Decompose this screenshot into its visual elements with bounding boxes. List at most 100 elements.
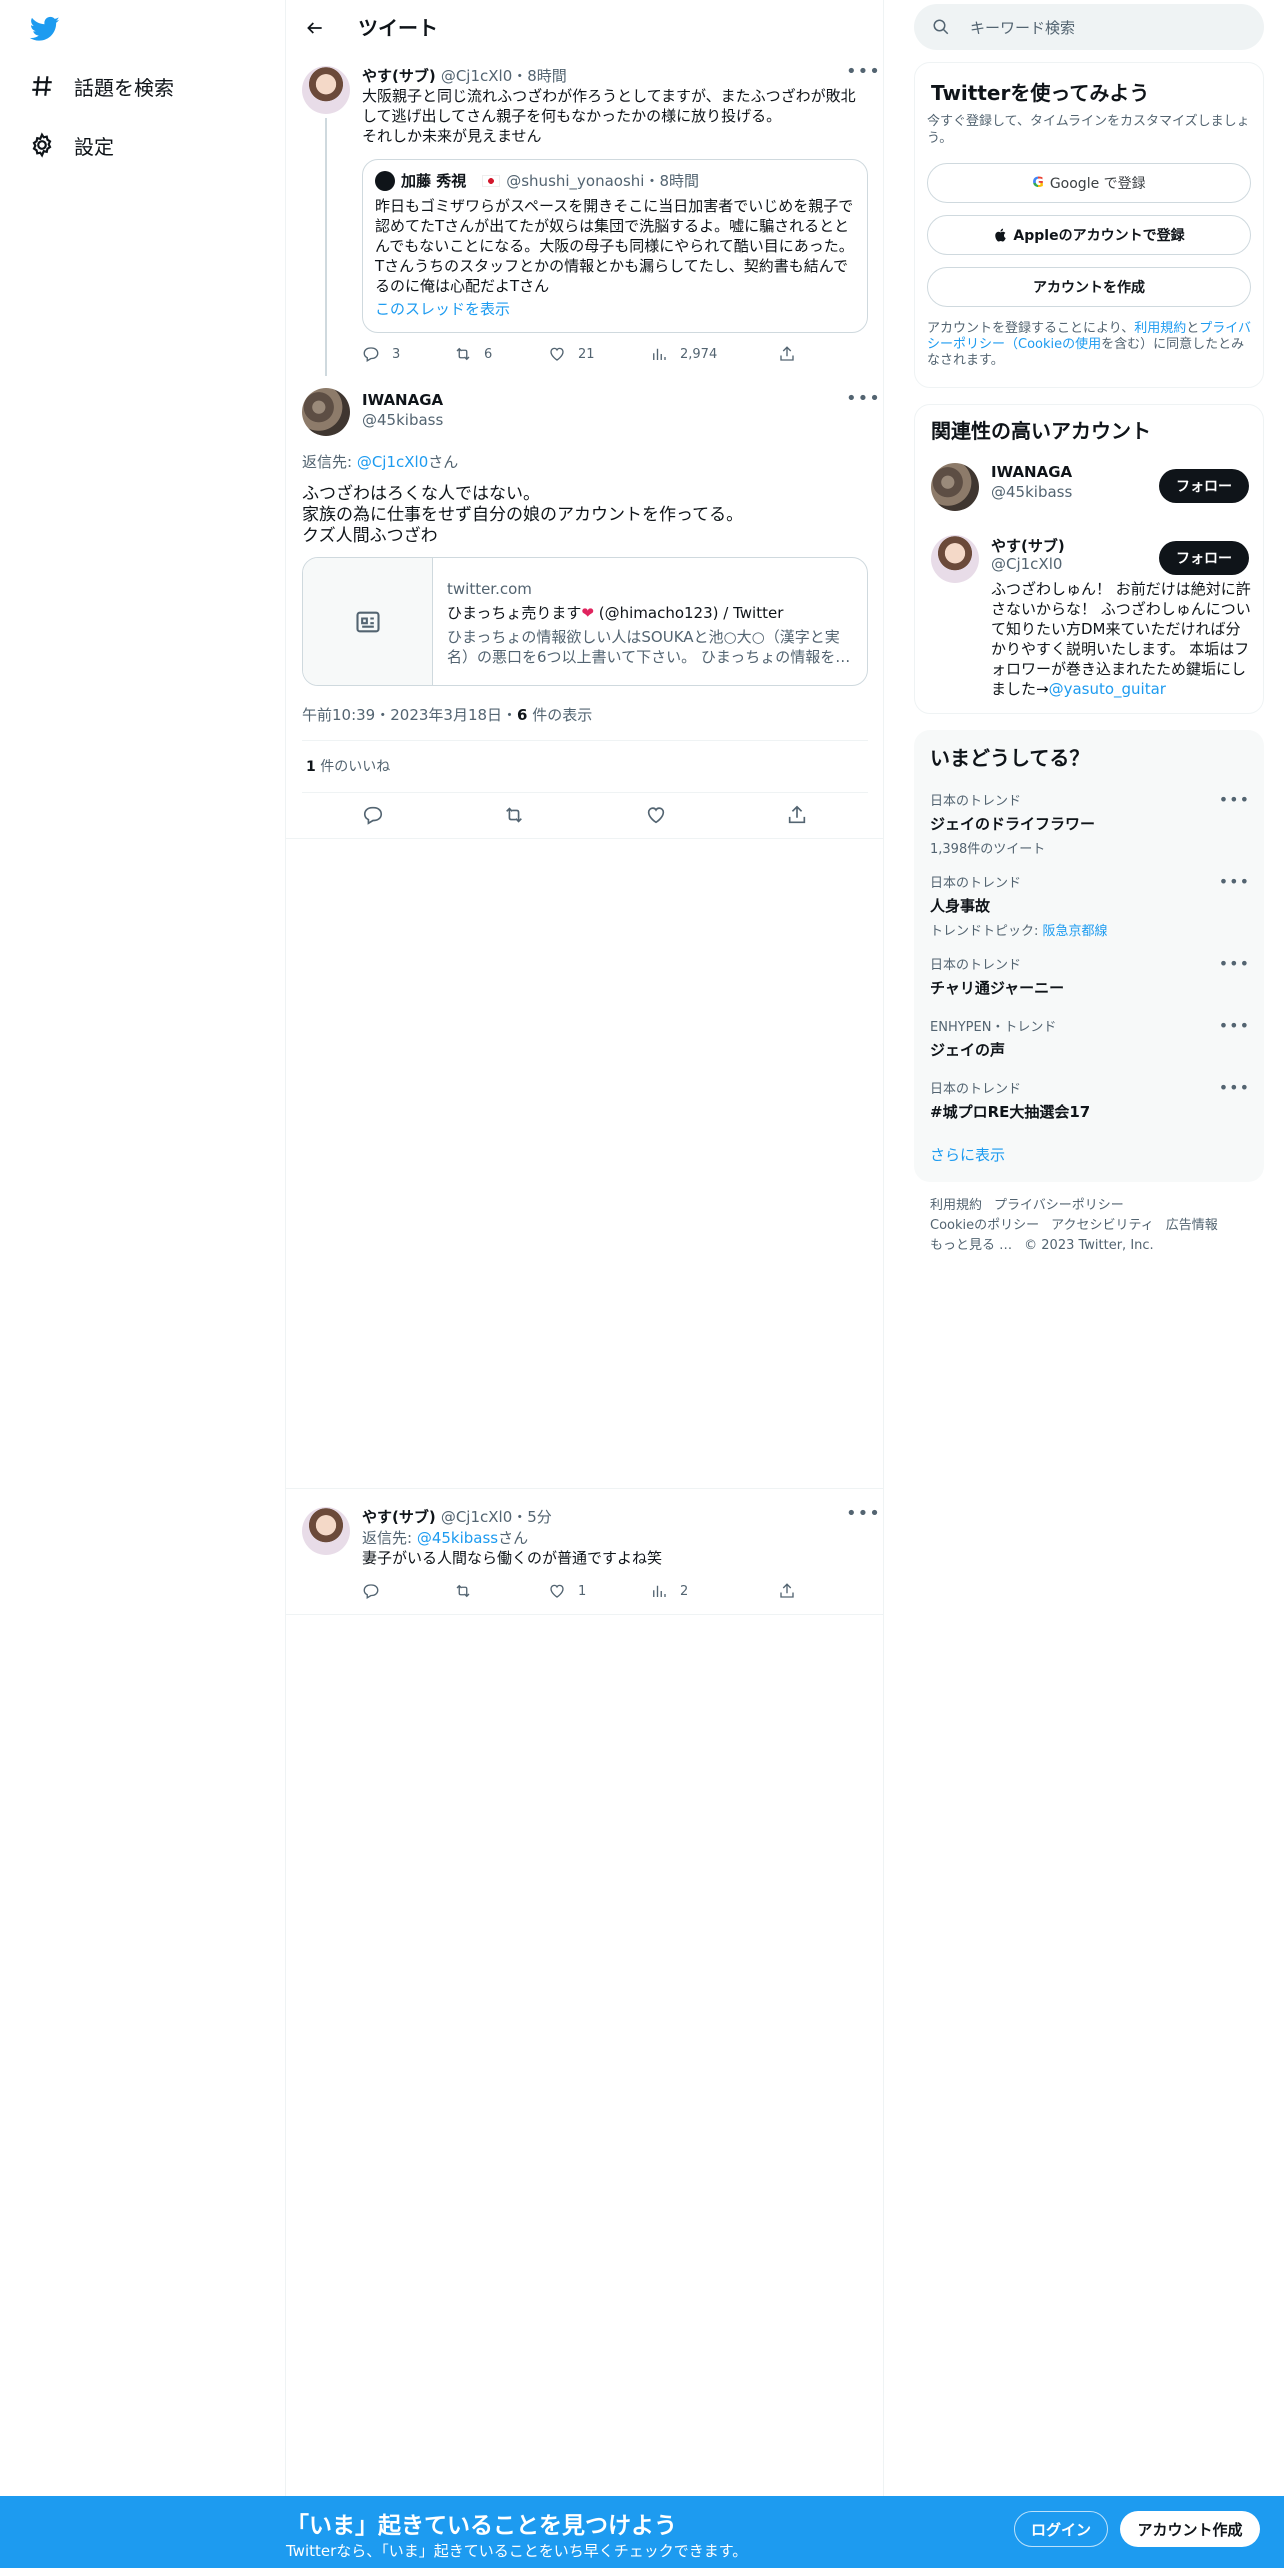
views-button[interactable]: 2 [650,1582,778,1600]
trend-item[interactable]: ENHYPEN・トレンド ジェイの声 ••• [930,1016,1250,1060]
views-button[interactable]: 2,974 [650,345,778,363]
timestamp-text[interactable]: 午前10:39・2023年3月18日・ [302,706,517,724]
retweet-button[interactable]: 6 [454,345,548,363]
reply-button[interactable] [362,1582,454,1600]
quoted-author-name: 加藤 秀視 [401,172,467,190]
retweet-button[interactable] [503,804,525,826]
more-icon[interactable]: ••• [1219,790,1250,809]
legal-and: と [1186,321,1200,336]
more-icon[interactable]: ••• [1219,872,1250,891]
account-handle[interactable]: @45kibass [991,483,1072,501]
gear-icon [28,131,56,159]
trends-title: いまどうしてる？ [930,746,1090,770]
more-icon[interactable]: ••• [1219,954,1250,973]
author-handle[interactable]: @45kibass [362,411,443,429]
avatar[interactable] [302,388,350,436]
search-placeholder: キーワード検索 [970,18,1076,37]
retweet-button[interactable] [454,1582,548,1600]
share-button[interactable] [778,345,796,363]
avatar[interactable] [931,463,979,511]
footer: 利用規約 プライバシーポリシー Cookieのポリシー アクセシビリティ 広告情報 も… [930,1196,1230,1256]
bio-link[interactable]: @yasuto_guitar [1049,680,1166,698]
account-handle[interactable]: @Cj1cXl0 [991,555,1062,573]
trend-item[interactable]: 日本のトレンド チャリ通ジャーニー ••• [930,954,1250,998]
like-button[interactable] [645,804,667,826]
more-icon[interactable]: ••• [1219,1016,1250,1035]
share-button[interactable] [778,1582,796,1600]
link-title: ひまっちょ売ります❤ (@himacho123) / Twitter [447,602,855,623]
apple-signup-button[interactable]: Appleのアカウントで登録 [927,215,1251,255]
create-account-button[interactable]: アカウントを作成 [927,267,1251,307]
avatar[interactable] [302,66,350,114]
trend-item[interactable]: 日本のトレンド 人身事故 トレンドトピック: 阪急京都線 ••• [930,872,1250,939]
more-icon[interactable]: ••• [1219,1078,1250,1097]
google-signup-button[interactable]: G Google で登録 [927,163,1251,203]
reply-to-link[interactable]: @45kibass [417,1529,498,1547]
bottom-bar-title: 「いま」起きていることを見つけよう [286,2513,677,2539]
nav-explore[interactable]: 話題を検索 [28,66,174,106]
account-name[interactable]: IWANAGA [991,463,1072,481]
avatar[interactable] [931,535,979,583]
link-card[interactable]: twitter.com ひまっちょ売ります❤ (@himacho123) / T… [302,557,868,686]
show-thread-link[interactable]: このスレッドを表示 [375,298,510,319]
like-button[interactable]: 21 [548,345,650,363]
views-icon [653,1585,666,1597]
like-button[interactable]: 1 [548,1582,650,1600]
retweet-icon [456,1584,470,1598]
footer-cookie-link[interactable]: Cookieのポリシー [930,1218,1039,1233]
follow-button[interactable]: フォロー [1159,469,1249,503]
bottom-signup-bar: 「いま」起きていることを見つけよう Twitterなら、「いま」起きていることを… [0,2496,1284,2568]
heart-icon [550,347,564,361]
author-name[interactable]: やす(サブ) [362,67,436,85]
author-handle[interactable]: @Cj1cXl0 [441,1508,512,1526]
author-name[interactable]: IWANAGA [362,391,443,409]
avatar[interactable] [302,1507,350,1555]
likes-summary[interactable]: 1 件のいいね [306,756,390,776]
retweet-icon [506,807,523,823]
reply-to-link[interactable]: @Cj1cXl0 [357,453,428,471]
follow-button[interactable]: フォロー [1159,541,1249,575]
divider [302,740,868,741]
back-arrow-icon[interactable] [300,13,330,43]
tweet-text: 妻子がいる人間なら働くのが普通ですよね笑 [362,1549,663,1567]
views-count: 2,974 [680,346,718,362]
terms-link[interactable]: 利用規約 [1134,321,1186,336]
like-count: 21 [578,346,595,362]
account-name[interactable]: やす(サブ) [991,535,1065,556]
tweet-time[interactable]: ・8時間 [512,67,567,85]
search-icon [933,19,949,35]
signup-button[interactable]: アカウント作成 [1120,2511,1260,2547]
retweet-icon [456,347,470,361]
reply-button[interactable] [362,804,384,826]
tweet-time[interactable]: ・5分 [512,1508,552,1526]
reply-button[interactable]: 3 [362,345,454,363]
retweet-count: 6 [484,346,493,362]
more-icon[interactable]: ••• [846,63,880,86]
quoted-tweet[interactable]: 加藤 秀視 @shushi_yonaoshi ・8時間 昨日もゴミザワらがスペース… [362,159,868,333]
footer-terms-link[interactable]: 利用規約 [930,1198,982,1213]
footer-more-link[interactable]: もっと見る … [930,1238,1012,1253]
trend-topic-link[interactable]: 阪急京都線 [1043,924,1108,939]
show-more-link[interactable]: さらに表示 [930,1144,1005,1165]
search-input[interactable]: キーワード検索 [914,4,1264,50]
more-icon[interactable]: ••• [846,390,880,413]
apple-icon [995,228,1007,242]
twitter-logo-icon[interactable] [28,14,62,44]
trend-item[interactable]: 日本のトレンド #城プロRE大抽選会17 ••• [930,1078,1250,1122]
more-icon[interactable]: ••• [846,1505,880,1528]
reply-icon [363,806,382,825]
divider [286,1488,884,1489]
link-title-text: ひまっちょ売ります [447,604,582,622]
footer-accessibility-link[interactable]: アクセシビリティ [1051,1218,1154,1233]
share-button[interactable] [786,804,808,826]
trend-item[interactable]: 日本のトレンド ジェイのドライフラワー 1,398件のツイート ••• [930,790,1250,857]
login-button[interactable]: ログイン [1014,2511,1108,2547]
author-name[interactable]: やす(サブ) [362,1508,436,1526]
trend-topic-prefix: トレンドトピック: [930,924,1043,939]
footer-ads-link[interactable]: 広告情報 [1166,1218,1218,1233]
nav-explore-label: 話題を検索 [74,75,174,100]
footer-privacy-link[interactable]: プライバシーポリシー [994,1198,1124,1213]
author-handle[interactable]: @Cj1cXl0 [441,67,512,85]
reply-icon [363,1584,379,1599]
nav-settings[interactable]: 設定 [28,125,114,165]
